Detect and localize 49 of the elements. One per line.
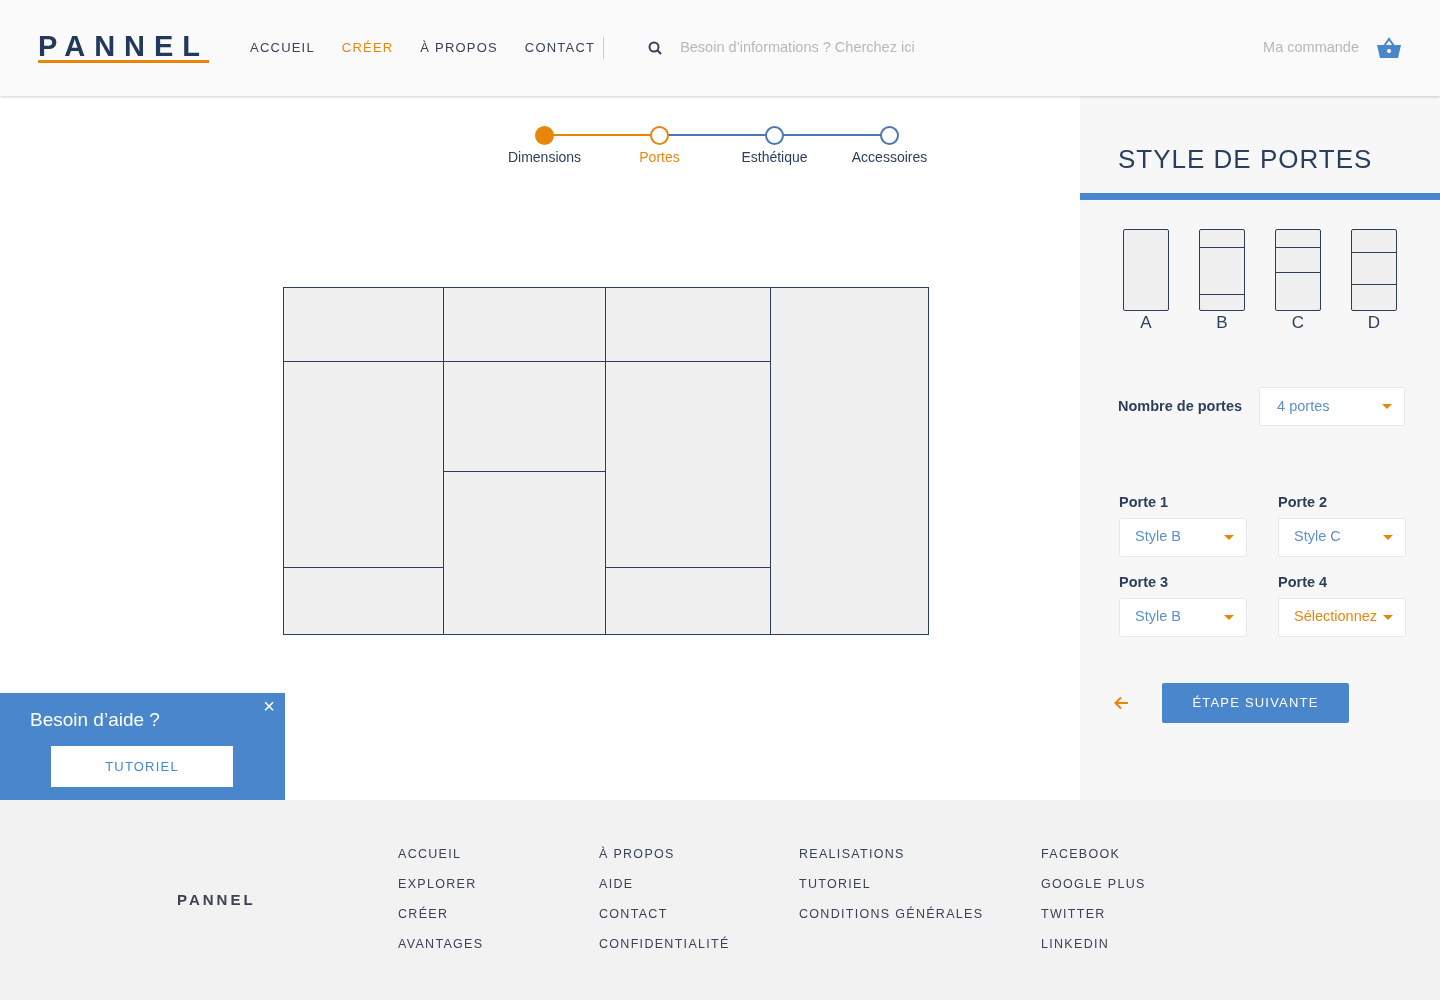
door-label: Porte 1 bbox=[1119, 493, 1170, 512]
door-label: Porte 4 bbox=[1278, 573, 1329, 592]
search-field[interactable]: Besoin d’informations ? Cherchez ici bbox=[678, 36, 979, 60]
step-dot[interactable] bbox=[650, 126, 669, 145]
step-label[interactable]: Esthétique bbox=[741, 149, 808, 165]
nav-link[interactable]: CONTACT bbox=[524, 38, 596, 58]
logo[interactable]: PANNEL bbox=[38, 33, 210, 63]
footer-link[interactable]: À PROPOS bbox=[599, 839, 799, 869]
footer-link[interactable]: ACCUEIL bbox=[398, 839, 599, 869]
footer-link[interactable]: AVANTAGES bbox=[398, 929, 599, 959]
next-step-button[interactable]: ÉTAPE SUIVANTE bbox=[1162, 683, 1349, 723]
style-label: D bbox=[1366, 312, 1382, 334]
nav-link[interactable]: À PROPOS bbox=[420, 38, 498, 58]
footer-link[interactable]: LINKEDIN bbox=[1041, 929, 1191, 959]
help-title: Besoin d’aide ? bbox=[30, 708, 160, 732]
footer-link[interactable]: TUTORIEL bbox=[799, 869, 1041, 899]
footer-link[interactable]: TWITTER bbox=[1041, 899, 1191, 929]
footer-link[interactable]: EXPLORER bbox=[398, 869, 599, 899]
step-dot[interactable] bbox=[880, 126, 899, 145]
footer-link[interactable]: GOOGLE PLUS bbox=[1041, 869, 1191, 899]
step-label[interactable]: Accessoires bbox=[851, 149, 928, 165]
style-label: A bbox=[1139, 312, 1153, 334]
door-count-label: Nombre de portes bbox=[1118, 396, 1243, 416]
step-dot[interactable] bbox=[535, 126, 554, 145]
footer-link[interactable]: CRÉER bbox=[398, 899, 599, 929]
panel-title: STYLE DE PORTES bbox=[1117, 143, 1374, 176]
footer-link[interactable]: REALISATIONS bbox=[799, 839, 1041, 869]
tutorial-button[interactable]: TUTORIEL bbox=[51, 746, 233, 787]
footer-link[interactable]: CONTACT bbox=[599, 899, 799, 929]
door-style-option[interactable] bbox=[1123, 229, 1169, 311]
nav-link[interactable]: ACCUEIL bbox=[250, 38, 315, 58]
style-label: C bbox=[1290, 312, 1306, 334]
step-dot[interactable] bbox=[765, 126, 784, 145]
door-label: Porte 3 bbox=[1119, 573, 1170, 592]
door-style-option[interactable] bbox=[1351, 229, 1397, 311]
door-style-option[interactable] bbox=[1275, 229, 1321, 311]
style-label: B bbox=[1215, 312, 1229, 334]
basket-icon[interactable] bbox=[1376, 37, 1402, 59]
footer-link[interactable]: CONDITIONS GÉNÉRALES bbox=[799, 899, 1041, 929]
back-arrow-icon[interactable] bbox=[1114, 696, 1129, 710]
search-icon bbox=[648, 41, 663, 55]
close-button[interactable]: × bbox=[261, 695, 277, 717]
footer-logo[interactable]: PANNEL bbox=[177, 888, 256, 912]
door-style-option[interactable] bbox=[1199, 229, 1245, 311]
step-label[interactable]: Dimensions bbox=[507, 149, 582, 165]
footer-link[interactable]: CONFIDENTIALITÉ bbox=[599, 929, 799, 959]
door-label: Porte 2 bbox=[1278, 493, 1329, 512]
footer-link[interactable]: AIDE bbox=[599, 869, 799, 899]
footer-link[interactable]: FACEBOOK bbox=[1041, 839, 1191, 869]
